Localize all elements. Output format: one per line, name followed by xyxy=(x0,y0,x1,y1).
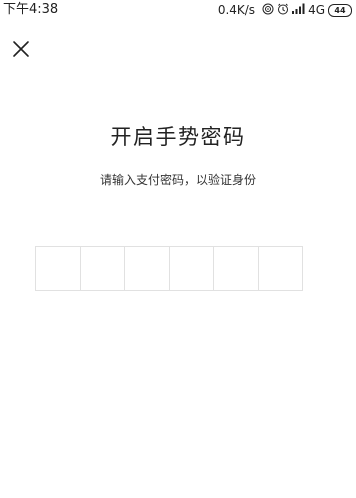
pin-cell[interactable] xyxy=(36,247,81,290)
pin-cell[interactable] xyxy=(81,247,125,290)
net-type: 4G xyxy=(308,3,325,17)
close-button[interactable] xyxy=(10,38,32,60)
pin-input[interactable] xyxy=(35,246,303,291)
battery-icon: 44 xyxy=(328,3,352,17)
net-speed: 0.4K/s xyxy=(217,3,256,17)
pin-cell[interactable] xyxy=(214,247,259,290)
page-title: 开启手势密码 xyxy=(110,125,246,149)
pin-cell[interactable] xyxy=(259,247,303,290)
status-time: 下午4:38 xyxy=(3,2,59,17)
close-icon xyxy=(13,41,29,57)
status-indicators: 0.4K/s 4G 44 xyxy=(218,2,352,18)
hotspot-icon xyxy=(262,3,274,18)
pin-cell[interactable] xyxy=(125,247,170,290)
alarm-icon xyxy=(277,3,289,18)
subtitle: 请输入支付密码，以验证身份 xyxy=(99,173,256,187)
battery-level: 44 xyxy=(328,3,352,17)
status-bar: 下午4:38 0.4K/s 4G 44 xyxy=(0,0,356,20)
signal-icon xyxy=(292,3,305,17)
pin-cell[interactable] xyxy=(170,247,214,290)
